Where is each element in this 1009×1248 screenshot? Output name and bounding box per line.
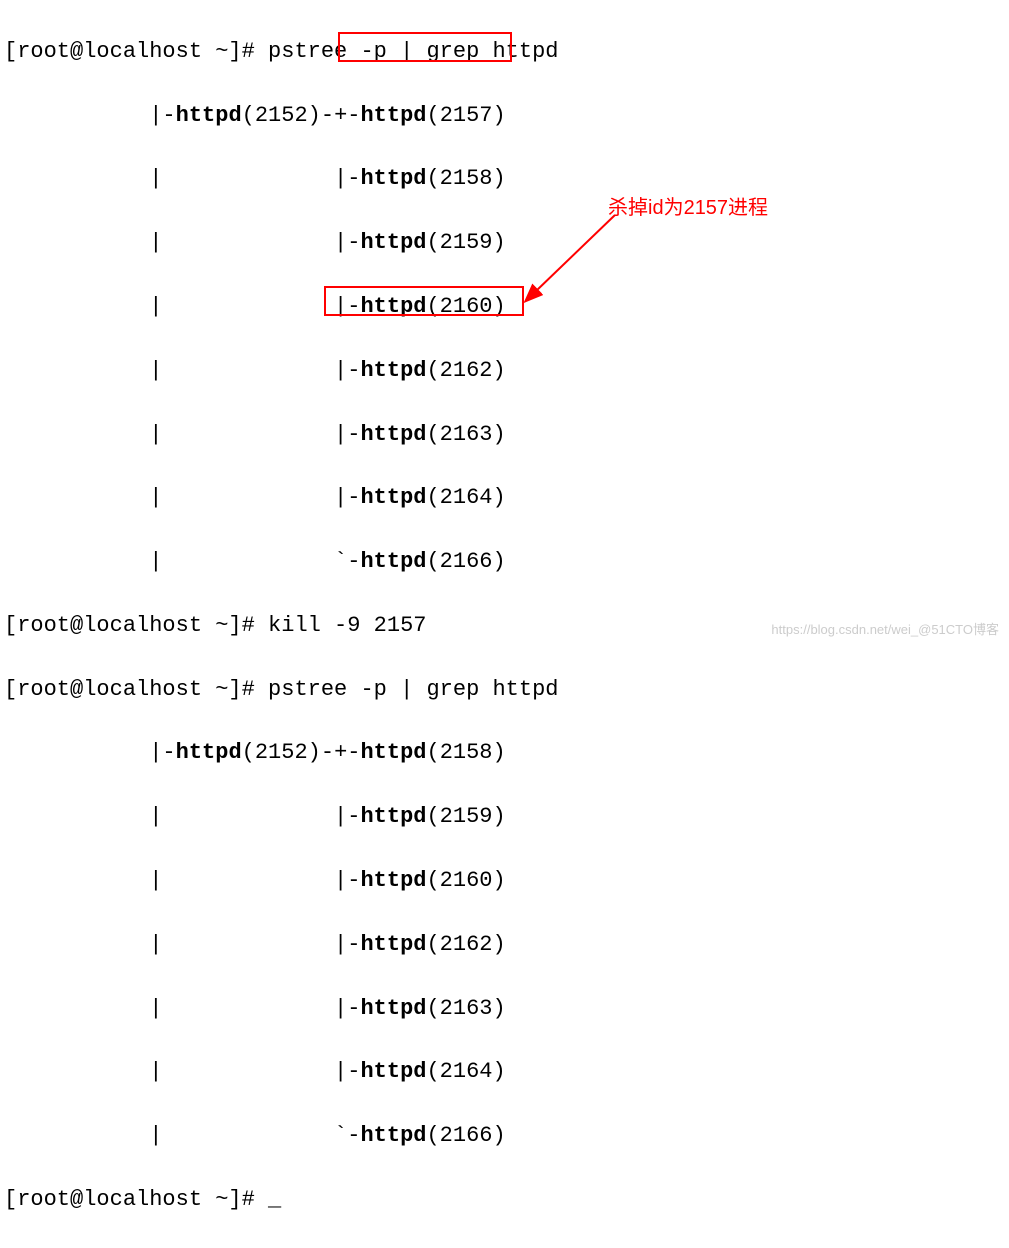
process-name: httpd [360,868,426,893]
process-pid: (2160) [426,294,505,319]
tree2-line5: | |-httpd(2163) [4,993,1005,1025]
prompt: [root@localhost ~]# [4,39,268,64]
process-name: httpd [360,932,426,957]
tree2-line2: | |-httpd(2159) [4,801,1005,833]
process-name: httpd [360,1123,426,1148]
process-name: httpd [360,996,426,1021]
process-pid: (2162) [426,932,505,957]
command-pstree-2: pstree -p | grep httpd [268,677,558,702]
process-name: httpd [176,103,242,128]
prompt: [root@localhost ~]# [4,1187,268,1212]
process-name: httpd [360,230,426,255]
process-name: httpd [360,549,426,574]
process-name: httpd [360,804,426,829]
process-name: httpd [360,422,426,447]
process-name: httpd [360,1059,426,1084]
tree1-line5: | |-httpd(2162) [4,355,1005,387]
process-pid: (2158) [427,740,506,765]
command-line-3[interactable]: [root@localhost ~]# pstree -p | grep htt… [4,674,1005,706]
process-name: httpd [360,485,426,510]
tree1-line4: | |-httpd(2160) [4,291,1005,323]
process-name: httpd [360,166,426,191]
command-line-1[interactable]: [root@localhost ~]# pstree -p | grep htt… [4,36,1005,68]
process-pid: (2166) [426,549,505,574]
process-name: httpd [360,103,426,128]
process-pid: (2164) [426,485,505,510]
process-pid: (2166) [426,1123,505,1148]
prompt: [root@localhost ~]# [4,613,268,638]
process-pid: (2159) [426,230,505,255]
process-pid: (2158) [426,166,505,191]
tree1-line2: | |-httpd(2158) [4,163,1005,195]
annotation-text: 杀掉id为2157进程 [608,194,768,223]
tree2-line3: | |-httpd(2160) [4,865,1005,897]
process-name: httpd [360,358,426,383]
tree2-line4: | |-httpd(2162) [4,929,1005,961]
prompt: [root@localhost ~]# [4,677,268,702]
tree1-line8: | `-httpd(2166) [4,546,1005,578]
tree1-line1: |-httpd(2152)-+-httpd(2157) [4,100,1005,132]
process-pid: (2164) [426,1059,505,1084]
tree1-line3: | |-httpd(2159) [4,227,1005,259]
command-kill: kill -9 2157 [268,613,426,638]
process-name: httpd [176,740,242,765]
tree1-line6: | |-httpd(2163) [4,419,1005,451]
tree2-line1: |-httpd(2152)-+-httpd(2158) [4,737,1005,769]
cursor: _ [268,1187,281,1212]
process-name: httpd [360,294,426,319]
process-pid: (2157) [427,103,506,128]
process-pid: (2163) [426,996,505,1021]
process-pid: (2160) [426,868,505,893]
watermark: https://blog.csdn.net/wei_@51CTO博客 [771,621,999,640]
tree2-line7: | `-httpd(2166) [4,1120,1005,1152]
process-pid: (2162) [426,358,505,383]
command-line-4[interactable]: [root@localhost ~]# _ [4,1184,1005,1216]
process-name: httpd [360,740,426,765]
tree1-line7: | |-httpd(2164) [4,482,1005,514]
tree2-line6: | |-httpd(2164) [4,1056,1005,1088]
process-pid: (2159) [426,804,505,829]
process-pid: (2163) [426,422,505,447]
command-pstree-1: pstree -p | grep httpd [268,39,558,64]
